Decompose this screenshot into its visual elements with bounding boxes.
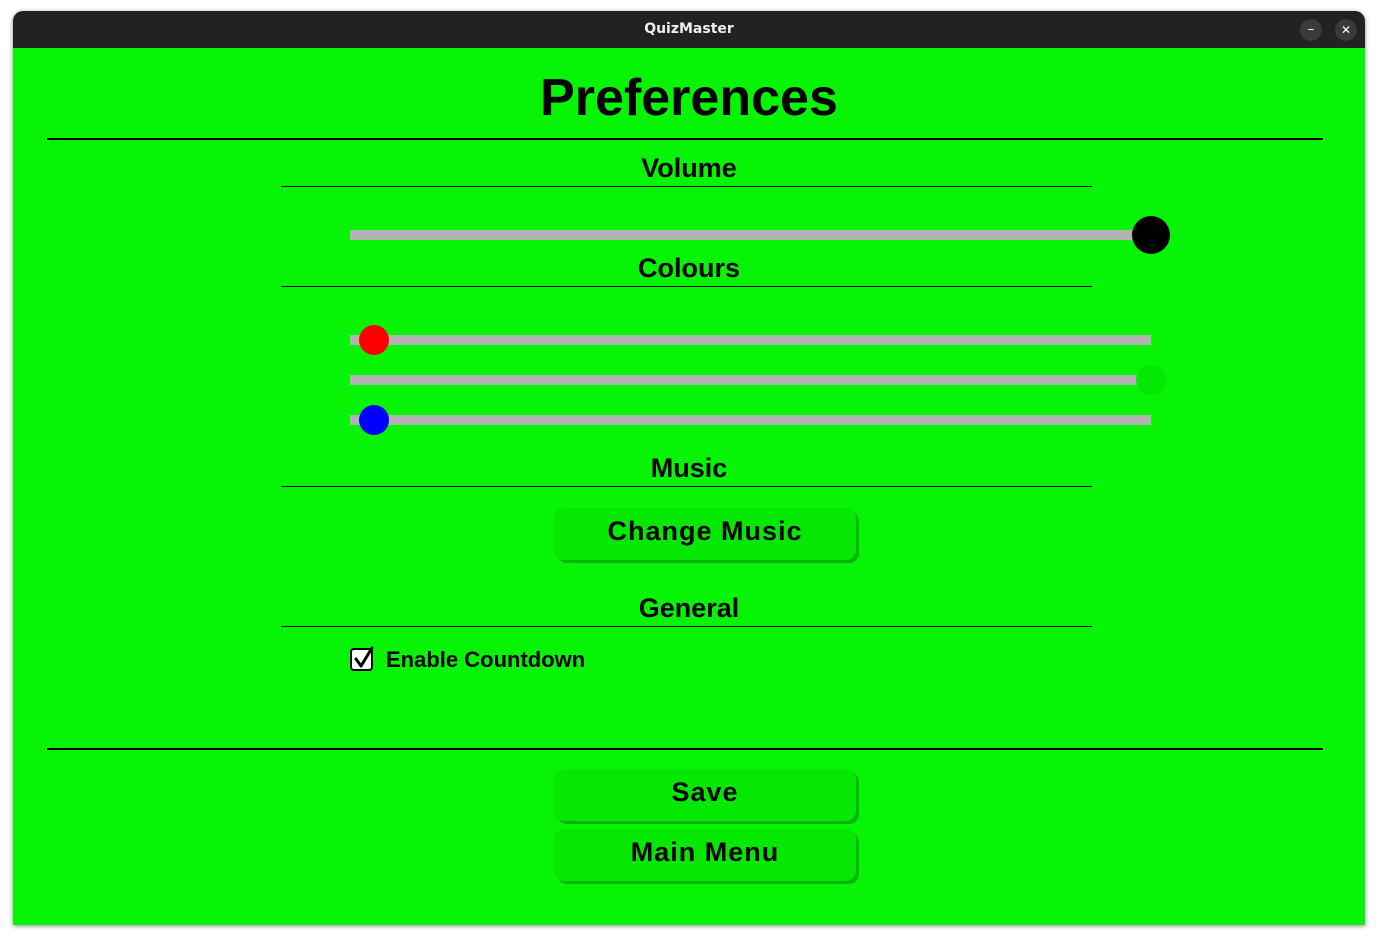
app-window: QuizMaster – ✕ Preferences Volume Colour… [13,11,1365,925]
red-slider-knob[interactable] [359,325,390,355]
checkmark-icon [354,646,374,668]
close-button[interactable]: ✕ [1335,19,1357,41]
music-heading: Music [650,453,728,483]
countdown-label[interactable]: Enable Countdown [386,647,585,673]
volume-heading: Volume [641,153,737,183]
green-slider-knob[interactable] [1136,365,1166,395]
volume-slider-knob[interactable] [1132,216,1170,254]
title-divider [47,138,1323,140]
volume-slider-track[interactable] [350,230,1151,240]
main-menu-button[interactable]: Main Menu [554,829,856,881]
general-heading: General [638,593,740,623]
page-title: Preferences [540,69,838,127]
minimize-button[interactable]: – [1300,19,1322,41]
minimize-icon: – [1307,22,1315,37]
blue-colour-slider[interactable] [350,405,1151,435]
close-icon: ✕ [1340,23,1352,37]
save-button[interactable]: Save [554,769,856,821]
green-slider-track[interactable] [350,375,1151,385]
footer-divider [47,748,1323,750]
blue-slider-knob[interactable] [359,405,390,435]
colours-divider [281,286,1092,287]
colours-heading: Colours [637,253,740,283]
music-divider [281,486,1092,487]
volume-slider[interactable] [350,216,1170,254]
green-colour-slider[interactable] [350,365,1166,395]
red-slider-track[interactable] [350,335,1151,345]
volume-divider [281,186,1092,187]
title-bar[interactable]: QuizMaster – ✕ [13,11,1365,48]
countdown-checkbox[interactable] [350,646,374,671]
red-colour-slider[interactable] [350,325,1151,355]
change-music-button[interactable]: Change Music [554,508,856,560]
general-divider [281,626,1092,627]
blue-slider-track[interactable] [350,415,1151,425]
preferences-panel: Preferences Volume Colours Music Change … [13,48,1365,925]
window-title: QuizMaster [644,21,734,37]
